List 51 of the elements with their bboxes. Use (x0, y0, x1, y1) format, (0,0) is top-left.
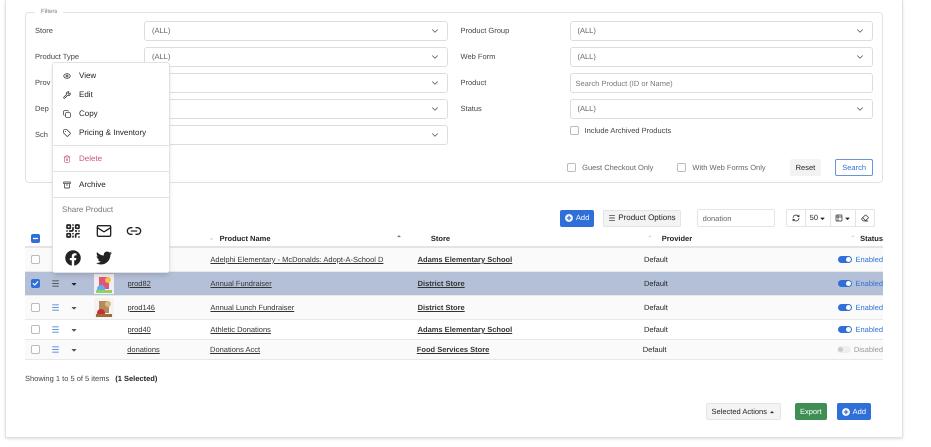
sort-icon (208, 236, 214, 241)
menu-item[interactable]: Copy (53, 104, 169, 123)
checkbox[interactable] (31, 345, 40, 354)
caret-icon (844, 214, 851, 222)
trash-icon (63, 154, 71, 162)
caret-icon (819, 214, 826, 222)
status-toggle[interactable] (838, 280, 852, 287)
sort-icon (646, 232, 653, 239)
checkbox[interactable] (570, 126, 578, 136)
sort-icon (396, 232, 402, 239)
caret-icon (768, 408, 775, 415)
sort-icon (850, 232, 856, 239)
eraser-icon (861, 214, 869, 222)
facebook-icon[interactable] (65, 250, 81, 266)
status-toggle[interactable] (838, 256, 852, 263)
menu-icon (608, 214, 616, 222)
menu-icon[interactable] (50, 279, 60, 288)
plus-icon (564, 214, 573, 222)
qr-code-icon[interactable] (65, 223, 81, 239)
checkbox[interactable] (31, 303, 40, 312)
product-options-button[interactable]: Product Options (603, 210, 681, 226)
check-icon (32, 280, 39, 287)
wrench-icon (63, 90, 71, 98)
menu-item[interactable]: Pricing & Inventory (53, 123, 169, 142)
menu-item[interactable]: Archive (53, 175, 169, 194)
checkbox[interactable] (31, 279, 40, 288)
eye-icon (63, 72, 71, 80)
checkbox[interactable] (31, 325, 40, 334)
menu-item[interactable]: View (53, 66, 169, 85)
share-title: Share Product (62, 205, 114, 214)
tag-icon (63, 128, 71, 136)
menu-item[interactable]: Delete (53, 149, 169, 168)
status-toggle[interactable] (836, 346, 851, 353)
archive-icon (63, 180, 71, 188)
menu-item[interactable]: Edit (53, 85, 169, 104)
checkbox[interactable] (31, 255, 40, 264)
status-toggle[interactable] (838, 326, 852, 333)
plus-icon (842, 408, 850, 416)
table-icon (835, 214, 843, 222)
checkbox[interactable] (677, 163, 686, 172)
refresh-icon (792, 214, 800, 222)
status-toggle[interactable] (838, 304, 852, 311)
checkbox[interactable] (567, 163, 576, 172)
checkbox[interactable] (31, 234, 40, 243)
menu-icon[interactable] (50, 303, 60, 312)
mail-icon[interactable] (96, 223, 112, 239)
minus-icon (32, 235, 39, 242)
menu-icon[interactable] (50, 325, 60, 334)
copy-icon (63, 110, 71, 118)
twitter-icon[interactable] (96, 250, 112, 266)
menu-icon[interactable] (50, 345, 60, 354)
